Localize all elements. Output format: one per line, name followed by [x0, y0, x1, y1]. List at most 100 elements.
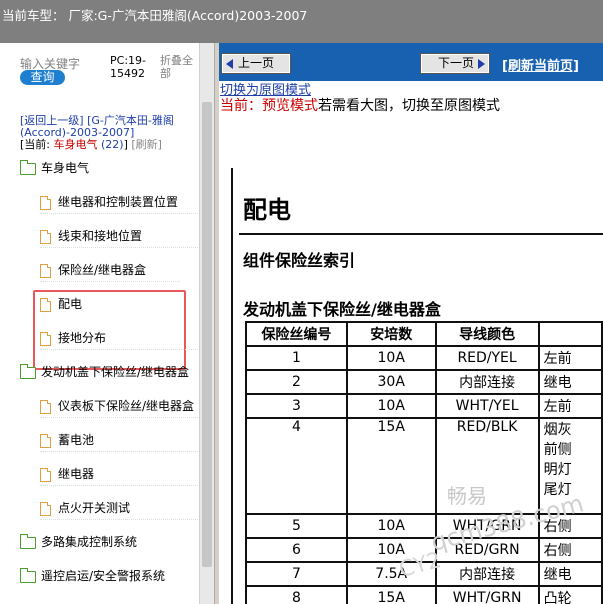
- title-bar: 当前车型： 厂家:G-广汽本田雅阁(Accord)2003-2007: [0, 0, 603, 43]
- content-pane: 上一页 下一页 [刷新当前页] 切换为原图模式 当前：预览模式若需看大图，切换至…: [219, 43, 603, 604]
- right-arrow-icon: [478, 58, 485, 69]
- sidebar-scroll-thumb[interactable]: [202, 102, 212, 567]
- divider: [239, 233, 603, 235]
- document-title: 配电: [243, 196, 291, 224]
- folder-icon: [20, 159, 36, 175]
- next-label: 下一页: [437, 56, 474, 70]
- tree-label: 继电器: [58, 467, 95, 481]
- document-icon: [40, 331, 51, 346]
- collapse-all-button[interactable]: 折叠全部: [160, 54, 196, 80]
- document-icon: [40, 195, 51, 210]
- tree-label: 保险丝/继电器盒: [58, 263, 147, 277]
- prev-label: 上一页: [238, 56, 275, 70]
- table-cell: 左前: [537, 345, 603, 371]
- table-cell: 继电: [537, 561, 603, 587]
- table-row: 3 10A WHT/YEL 左前: [245, 393, 603, 419]
- table-cell: 10A: [345, 513, 437, 539]
- tree-label: 接地分布: [58, 331, 107, 345]
- tree-item-ground-distribution[interactable]: 接地分布: [40, 327, 198, 350]
- tree-item-relay[interactable]: 继电器: [40, 463, 198, 486]
- tree-label: 仪表板下保险丝/继电器盒: [58, 399, 195, 413]
- document-icon: [40, 467, 51, 482]
- table-cell: 7: [245, 561, 348, 587]
- back-up-link[interactable]: [返回上一级] [G-广汽本田-雅阁(Accord)-2003-2007]: [20, 115, 195, 139]
- watermark: 畅易: [447, 484, 487, 508]
- document-border: [231, 168, 233, 604]
- preview-hint: 若需看大图，切换至原图模式: [318, 98, 500, 114]
- tree-item-battery[interactable]: 蓄电池: [40, 429, 198, 452]
- next-page-button[interactable]: 下一页: [420, 53, 490, 74]
- tree-label: 发动机盖下保险丝/继电器盒: [41, 365, 190, 379]
- tree-label: 车身电气: [41, 161, 90, 175]
- preview-mode-label: 当前：预览模式: [220, 98, 318, 114]
- tree-item-ignition-switch-test[interactable]: 点火开关测试: [40, 497, 198, 520]
- table-cell: 2: [245, 369, 348, 395]
- folder-icon: [20, 363, 36, 379]
- document-icon: [40, 501, 51, 516]
- current-prefix: [当前:: [20, 138, 54, 151]
- table-row: 1 10A RED/YEL 左前: [245, 345, 603, 371]
- document-icon: [40, 229, 51, 244]
- table-cell: 继电: [537, 369, 603, 395]
- tree-label: 遥控启运/安全警报系统: [41, 569, 166, 583]
- tree-label: 继电器和控制装置位置: [58, 195, 179, 209]
- tree-folder-underhood-fuse-box[interactable]: 发动机盖下保险丝/继电器盒: [20, 361, 189, 383]
- current-category: [当前: 车身电气 (22)] [刷新]: [20, 139, 200, 151]
- document-icon: [40, 433, 51, 448]
- sidebar: 输入关键字 查询 PC:19-15492 折叠全部 [返回上一级] [G-广汽本…: [0, 43, 214, 604]
- search-button[interactable]: 查询: [20, 70, 65, 85]
- column-header: 导线颜色: [434, 321, 540, 347]
- pc-id: PC:19-15492: [110, 54, 146, 80]
- current-suffix: ]: [123, 138, 128, 151]
- document-icon: [40, 263, 51, 278]
- tree-label: 蓄电池: [58, 433, 95, 447]
- table-cell: WHT/YEL: [434, 393, 540, 419]
- table-cell: 3: [245, 393, 348, 419]
- table-cell: 4: [245, 417, 348, 515]
- table-cell: 1: [245, 345, 348, 371]
- tree-item-relay-locations[interactable]: 继电器和控制装置位置: [40, 191, 198, 214]
- table-cell: 30A: [345, 369, 437, 395]
- prev-page-button[interactable]: 上一页: [221, 53, 291, 74]
- refresh-page-link[interactable]: [刷新当前页]: [502, 55, 579, 74]
- page-nav-bar: 上一页 下一页 [刷新当前页]: [219, 43, 603, 81]
- section-title: 发动机盖下保险丝/继电器盒: [243, 300, 441, 319]
- tree-label: 点火开关测试: [58, 501, 131, 515]
- table-cell: RED/YEL: [434, 345, 540, 371]
- tree-item-fuse-relay-box[interactable]: 保险丝/继电器盒: [40, 259, 180, 282]
- table-cell: 8: [245, 585, 348, 604]
- folder-icon: [20, 533, 36, 549]
- table-cell: 内部连接: [434, 561, 540, 587]
- sidebar-scrollbar[interactable]: [199, 43, 215, 604]
- table-cell: 15A: [345, 585, 437, 604]
- current-vehicle-title: 当前车型： 厂家:G-广汽本田雅阁(Accord)2003-2007: [2, 8, 308, 23]
- left-arrow-icon: [226, 58, 233, 69]
- refresh-link[interactable]: [刷新]: [131, 138, 162, 151]
- table-cell: 右侧: [537, 537, 603, 563]
- table-cell: 左前: [537, 393, 603, 419]
- tree-item-harness-ground[interactable]: 线束和接地位置: [40, 225, 198, 248]
- tree-label: 线束和接地位置: [58, 229, 143, 243]
- table-cell: 10A: [345, 345, 437, 371]
- column-header: 保险丝编号: [245, 321, 348, 347]
- table-cell: WHT/GRN: [434, 585, 540, 604]
- tree-item-dash-fuse-box[interactable]: 仪表板下保险丝/继电器盒: [40, 395, 198, 418]
- current-count: (22): [101, 138, 124, 151]
- column-header: 安培数: [345, 321, 437, 347]
- current-value: 车身电气: [53, 138, 98, 151]
- folder-icon: [20, 567, 36, 583]
- table-header-row: 保险丝编号 安培数 导线颜色: [245, 321, 603, 347]
- table-cell: 凸轮: [537, 585, 603, 604]
- tree-folder-multiplex-control[interactable]: 多路集成控制系统: [20, 531, 137, 553]
- table-cell: 10A: [345, 393, 437, 419]
- column-header: [537, 321, 603, 347]
- preview-mode-notice: 当前：预览模式若需看大图，切换至原图模式: [220, 95, 500, 115]
- tree-label: 多路集成控制系统: [41, 535, 138, 549]
- table-cell: 5: [245, 513, 348, 539]
- document-icon: [40, 399, 51, 414]
- table-row: 8 15A WHT/GRN 凸轮: [245, 585, 603, 604]
- tree-folder-remote-start-alarm[interactable]: 遥控启运/安全警报系统: [20, 565, 165, 587]
- table-cell: 15A: [345, 417, 437, 515]
- tree-folder-body-electrical[interactable]: 车身电气: [20, 157, 89, 179]
- fuse-index-title: 组件保险丝索引: [243, 251, 356, 270]
